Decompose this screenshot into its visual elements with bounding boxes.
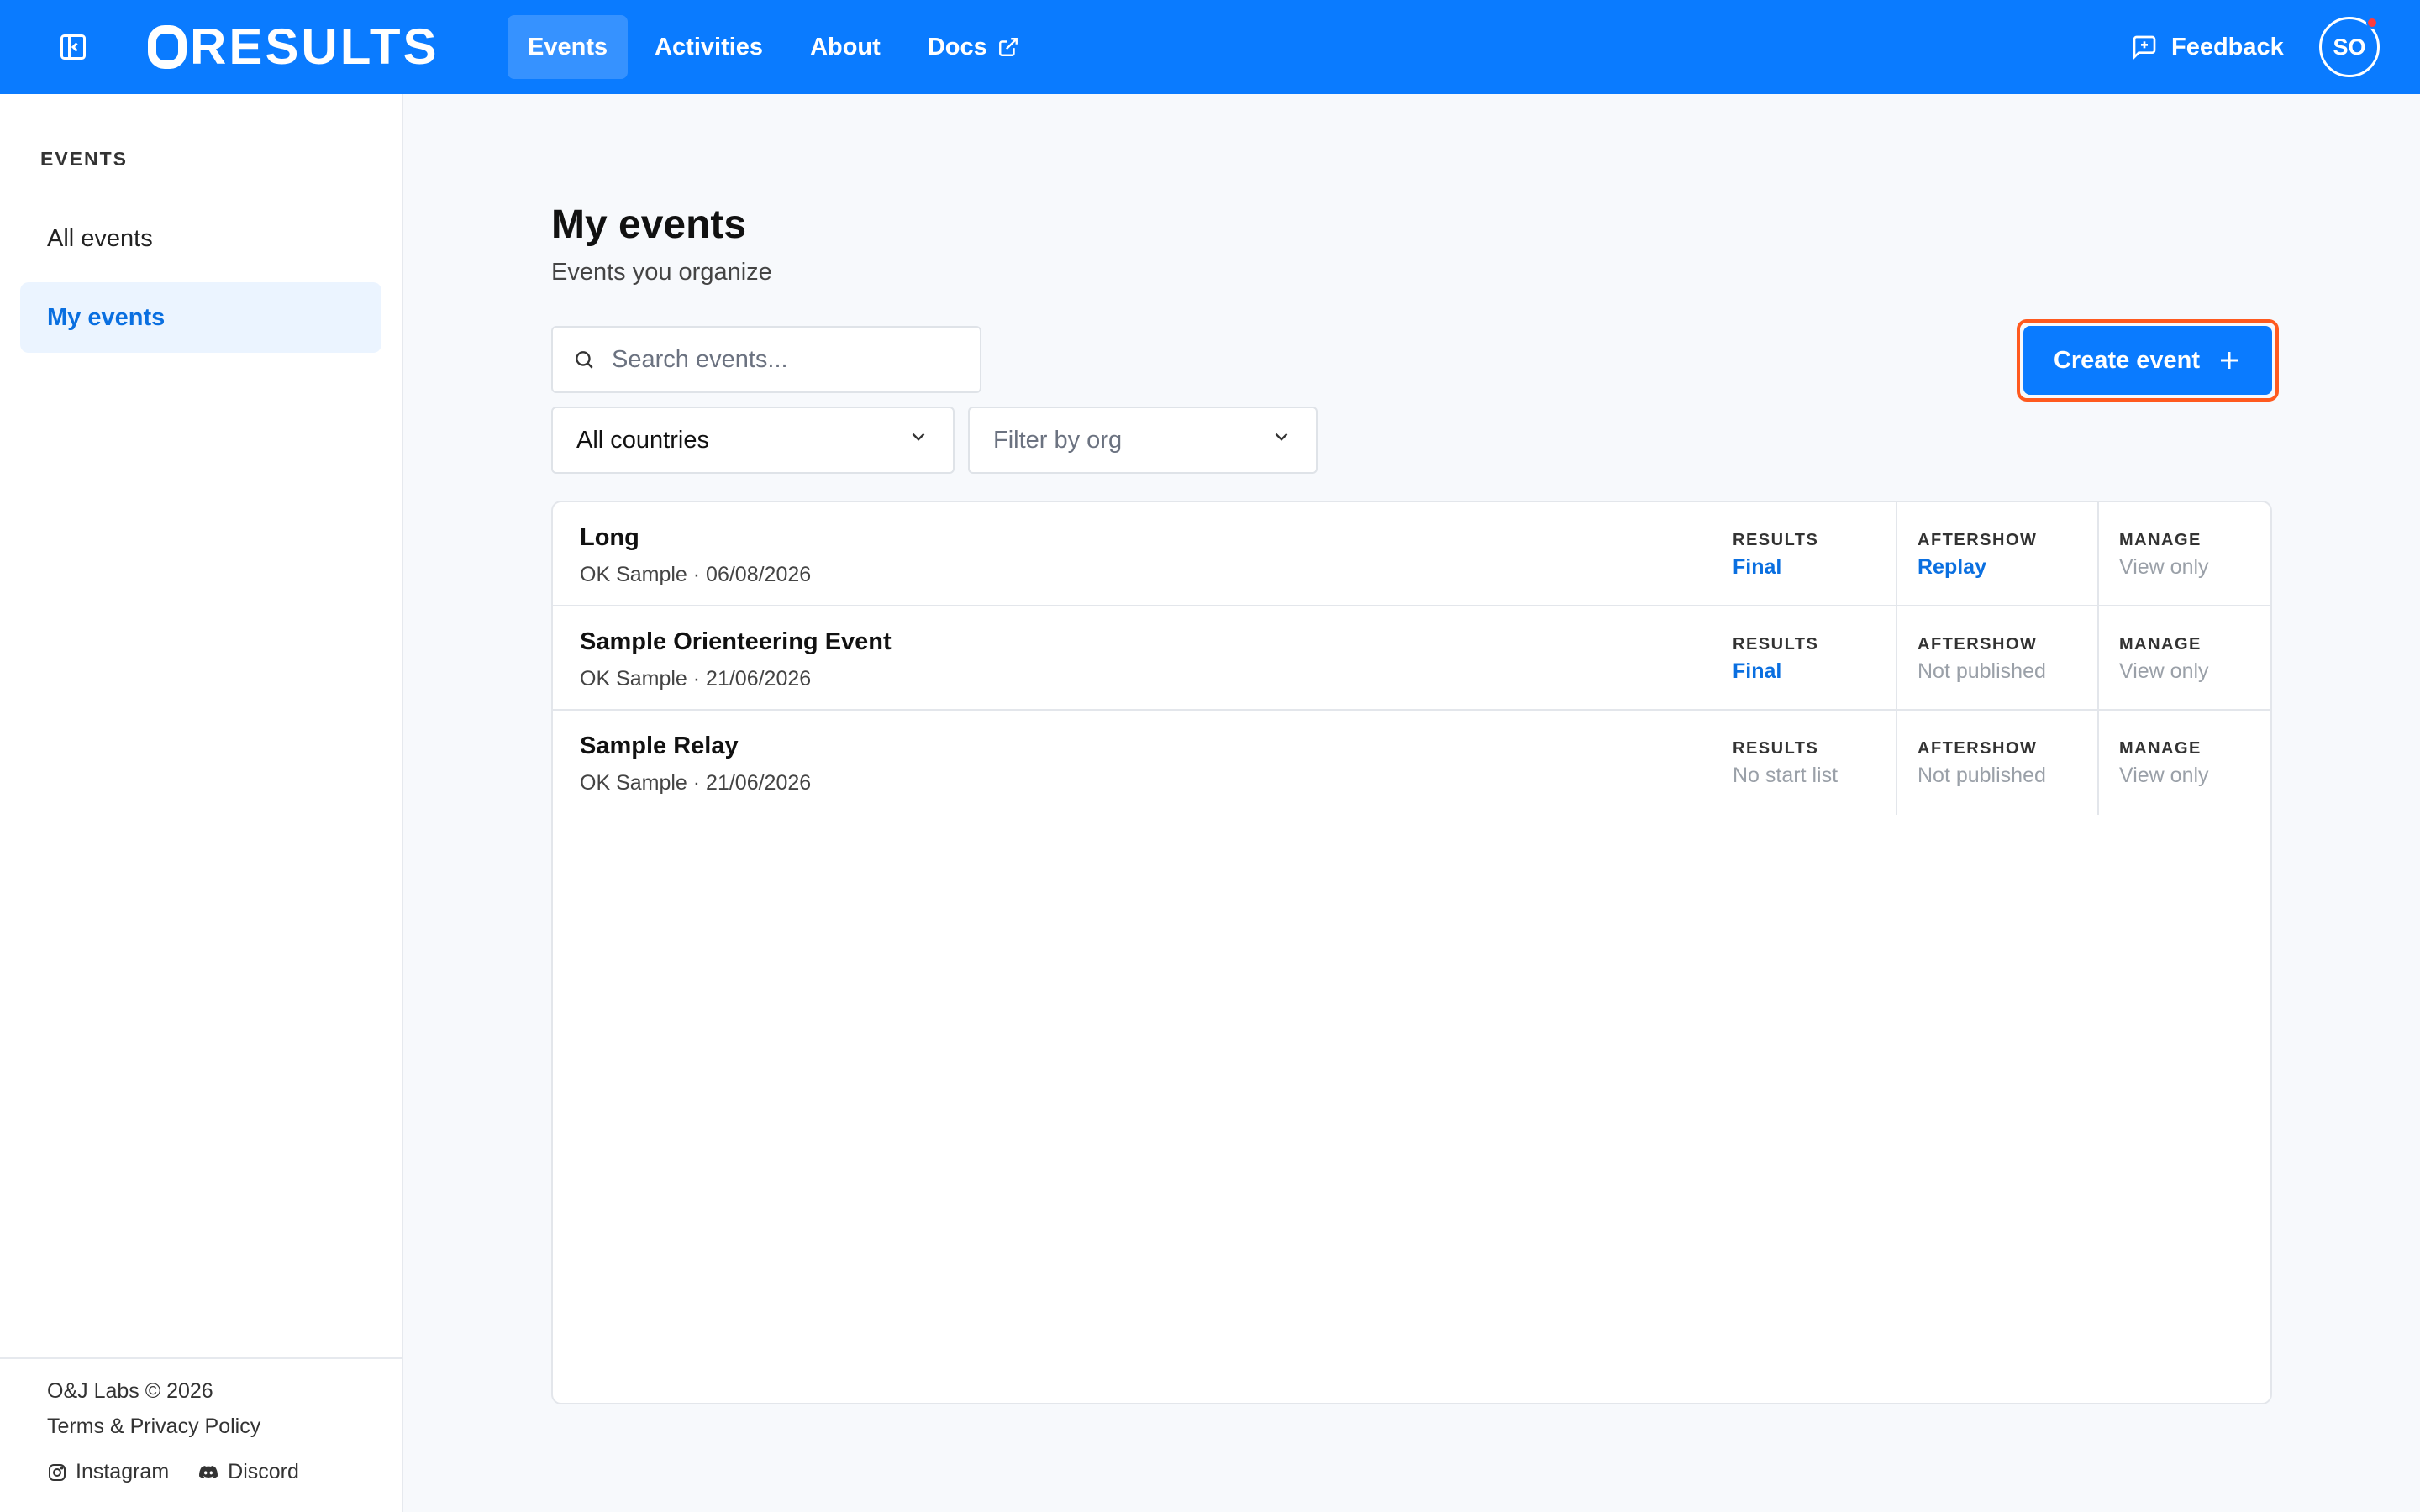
- nav-events-label: Events: [528, 33, 608, 60]
- event-name: Long: [580, 524, 639, 551]
- results-label: RESULTS: [1733, 739, 1819, 758]
- results-cell: RESULTS Final: [1733, 606, 1897, 711]
- sidebar-item-label: All events: [47, 224, 153, 252]
- results-cell: RESULTS No start list: [1733, 711, 1897, 815]
- results-label: RESULTS: [1733, 531, 1819, 549]
- sidebar-item-label: My events: [47, 303, 166, 331]
- event-name: Sample Relay: [580, 732, 739, 759]
- aftershow-label: AFTERSHOW: [1918, 635, 2038, 654]
- nav-events[interactable]: Events: [508, 15, 629, 79]
- nav-docs[interactable]: Docs: [908, 15, 1039, 79]
- page-title: My events: [551, 202, 747, 247]
- country-filter-select[interactable]: All countries: [551, 407, 955, 474]
- aftershow-value: Not published: [1918, 764, 2046, 787]
- search-box[interactable]: [551, 326, 981, 393]
- nav-docs-label: Docs: [927, 33, 987, 60]
- events-table: Long OK Sample · 06/08/2026 RESULTS Fina…: [551, 501, 2272, 1404]
- logo[interactable]: RESULTS: [148, 20, 439, 74]
- sidebar-toggle-icon[interactable]: [55, 30, 91, 64]
- plus-icon: [2217, 348, 2242, 373]
- external-link-icon: [997, 36, 1019, 58]
- results-value[interactable]: Final: [1733, 555, 1897, 580]
- aftershow-label: AFTERSHOW: [1918, 531, 2038, 549]
- table-row[interactable]: Sample Relay OK Sample · 21/06/2026 RESU…: [553, 711, 2270, 815]
- sidebar-heading: EVENTS: [40, 148, 129, 170]
- instagram-icon: [47, 1462, 67, 1483]
- aftershow-value[interactable]: Replay: [1918, 555, 2097, 580]
- manage-value: View only: [2119, 764, 2209, 787]
- discord-icon: [197, 1462, 219, 1483]
- aftershow-cell: AFTERSHOW Not published: [1896, 606, 2097, 711]
- create-event-button[interactable]: Create event: [2023, 326, 2272, 395]
- search-icon: [573, 349, 595, 370]
- chevron-down-icon: [1270, 426, 1292, 454]
- nav-activities[interactable]: Activities: [634, 15, 783, 79]
- search-input[interactable]: [612, 345, 965, 374]
- aftershow-cell: AFTERSHOW Replay: [1896, 502, 2097, 606]
- results-value: No start list: [1733, 764, 1839, 787]
- sidebar-footer-divider: [0, 1357, 402, 1359]
- instagram-label: Instagram: [76, 1460, 170, 1483]
- event-meta: OK Sample · 06/08/2026: [580, 563, 812, 586]
- event-name: Sample Orienteering Event: [580, 628, 892, 655]
- page-subtitle: Events you organize: [551, 259, 772, 286]
- manage-value: View only: [2119, 555, 2209, 579]
- aftershow-cell: AFTERSHOW Not published: [1896, 711, 2097, 815]
- results-value[interactable]: Final: [1733, 659, 1897, 684]
- nav-about-label: About: [810, 33, 881, 60]
- chevron-down-icon: [908, 426, 929, 454]
- manage-value: View only: [2119, 659, 2209, 683]
- manage-label: MANAGE: [2119, 635, 2202, 654]
- sidebar: EVENTS All events My events: [0, 94, 403, 1512]
- social-links: Instagram Discord: [47, 1460, 328, 1484]
- org-filter-placeholder: Filter by org: [993, 426, 1123, 454]
- sidebar-item-all-events[interactable]: All events: [20, 203, 381, 274]
- table-row[interactable]: Sample Orienteering Event OK Sample · 21…: [553, 606, 2270, 711]
- event-meta: OK Sample · 21/06/2026: [580, 771, 812, 795]
- country-filter-value: All countries: [576, 426, 709, 454]
- results-label: RESULTS: [1733, 635, 1819, 654]
- nav-activities-label: Activities: [655, 33, 764, 60]
- org-filter-select[interactable]: Filter by org: [968, 407, 1318, 474]
- feedback-label: Feedback: [2171, 33, 2284, 60]
- manage-cell: MANAGE View only: [2097, 606, 2270, 711]
- feedback-button[interactable]: Feedback: [2131, 25, 2284, 69]
- discord-link[interactable]: Discord: [197, 1460, 299, 1484]
- copyright: O&J Labs © 2026: [47, 1379, 213, 1403]
- logo-text: RESULTS: [190, 18, 439, 75]
- aftershow-value: Not published: [1918, 659, 2046, 683]
- aftershow-label: AFTERSHOW: [1918, 739, 2038, 758]
- sidebar-item-my-events[interactable]: My events: [20, 282, 381, 353]
- instagram-link[interactable]: Instagram: [47, 1460, 169, 1484]
- table-row[interactable]: Long OK Sample · 06/08/2026 RESULTS Fina…: [553, 502, 2270, 606]
- manage-label: MANAGE: [2119, 531, 2202, 549]
- results-cell: RESULTS Final: [1733, 502, 1897, 606]
- create-event-label: Create event: [2053, 346, 2201, 374]
- logo-mark: [148, 25, 187, 69]
- manage-cell: MANAGE View only: [2097, 711, 2270, 815]
- avatar-initials: SO: [2333, 34, 2366, 60]
- top-bar: RESULTS Events Activities About Docs Fee…: [0, 0, 2420, 94]
- create-event-focus-ring: Create event: [2017, 319, 2279, 402]
- nav-about[interactable]: About: [790, 15, 901, 79]
- feedback-icon: [2131, 34, 2158, 60]
- discord-label: Discord: [228, 1460, 299, 1483]
- manage-label: MANAGE: [2119, 739, 2202, 758]
- manage-cell: MANAGE View only: [2097, 502, 2270, 606]
- event-meta: OK Sample · 21/06/2026: [580, 667, 812, 690]
- terms-link[interactable]: Terms & Privacy Policy: [47, 1415, 260, 1439]
- notification-dot: [2366, 17, 2378, 29]
- main-nav: Events Activities About Docs: [508, 15, 1046, 79]
